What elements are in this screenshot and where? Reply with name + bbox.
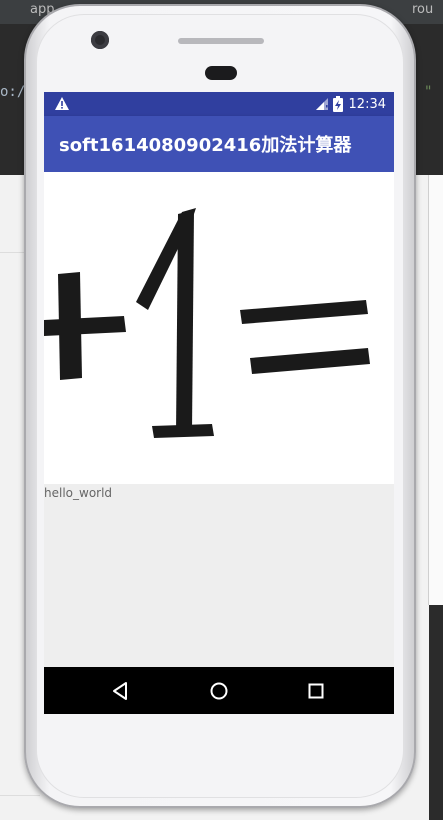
recents-icon[interactable] [303, 678, 329, 704]
back-icon[interactable] [108, 678, 134, 704]
status-icons: 12:34 [315, 95, 386, 113]
hello-world-text: hello_world [44, 486, 113, 500]
warning-icon [55, 97, 69, 110]
earpiece [205, 66, 237, 80]
status-time: 12:34 [348, 96, 386, 112]
speaker-grille [178, 38, 264, 44]
ide-right-panel-dark [429, 605, 443, 820]
ide-code-fragment-left: o:/ [0, 84, 26, 100]
signal-icon [315, 98, 328, 110]
status-bar: 12:34 [44, 92, 394, 116]
ide-right-panel [428, 175, 443, 605]
ide-code-fragment-right: " [424, 84, 433, 100]
device-screen: 12:34 soft1614080902416加法计算器 hello_world [44, 92, 394, 714]
ide-divider [0, 795, 40, 796]
ide-tab-right[interactable]: rou [412, 2, 433, 17]
battery-icon [332, 96, 343, 112]
handwritten-plus-one-equals-image [44, 172, 394, 484]
app-bar: soft1614080902416加法计算器 [44, 116, 394, 172]
navigation-bar [44, 667, 394, 714]
app-title: soft1614080902416加法计算器 [59, 135, 352, 156]
home-icon[interactable] [206, 678, 232, 704]
front-camera [91, 31, 109, 49]
